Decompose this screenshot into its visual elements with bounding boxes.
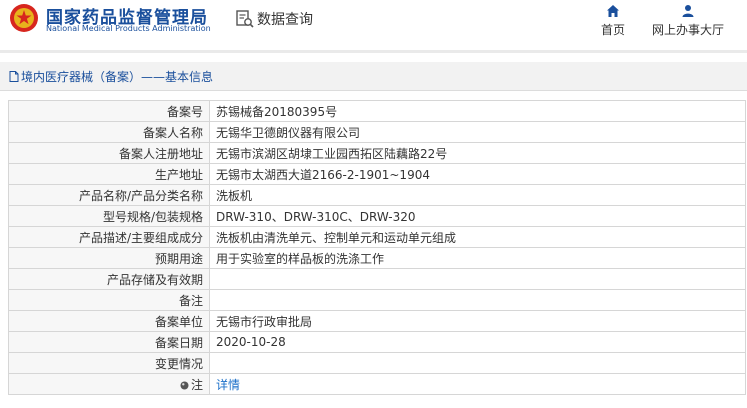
nav-online-service[interactable]: 网上办事大厅	[646, 4, 730, 38]
note-label-cell: 注	[8, 373, 210, 395]
table-row: 预期用途 用于实验室的样品板的洗涤工作	[8, 247, 746, 269]
field-value	[209, 289, 746, 311]
header-divider	[0, 50, 747, 53]
field-label: 预期用途	[8, 247, 210, 269]
field-label: 变更情况	[8, 352, 210, 374]
table-row: 备案人名称 无锡华卫德朗仪器有限公司	[8, 121, 746, 143]
data-query-icon	[236, 10, 254, 28]
table-row: 产品名称/产品分类名称 洗板机	[8, 184, 746, 206]
field-value: 用于实验室的样品板的洗涤工作	[209, 247, 746, 269]
field-label: 备案单位	[8, 310, 210, 332]
field-value: 无锡市太湖西大道2166-2-1901~1904	[209, 163, 746, 185]
field-value: 2020-10-28	[209, 331, 746, 353]
details-link[interactable]: 详情	[216, 378, 240, 392]
table-row: 产品存储及有效期	[8, 268, 746, 290]
nav-home[interactable]: 首页	[596, 4, 630, 38]
table-row: 备案号 苏锡械备20180395号	[8, 100, 746, 122]
field-value	[209, 352, 746, 374]
nav-home-label: 首页	[600, 23, 625, 37]
field-label: 备案号	[8, 100, 210, 122]
field-label: 备注	[8, 289, 210, 311]
field-label: 生产地址	[8, 163, 210, 185]
field-value: DRW-310、DRW-310C、DRW-320	[209, 205, 746, 227]
table-row: 备案日期 2020-10-28	[8, 331, 746, 353]
field-value: 洗板机由清洗单元、控制单元和运动单元组成	[209, 226, 746, 248]
table-row: 备注	[8, 289, 746, 311]
note-label: 注	[190, 377, 203, 392]
home-icon	[607, 5, 619, 17]
field-value: 无锡市滨湖区胡埭工业园西拓区陆藕路22号	[209, 142, 746, 164]
national-emblem-icon	[10, 4, 38, 32]
breadcrumb: 境内医疗器械（备案）——基本信息	[0, 62, 747, 91]
note-bulb-icon	[180, 381, 189, 389]
nav-online-label: 网上办事大厅	[651, 23, 724, 37]
table-row-note: 注 详情	[8, 373, 746, 395]
table-row: 变更情况	[8, 352, 746, 374]
field-label: 产品名称/产品分类名称	[8, 184, 210, 206]
org-name-en[interactable]: National Medical Products Administration	[46, 24, 211, 33]
table-row: 产品描述/主要组成成分 洗板机由清洗单元、控制单元和运动单元组成	[8, 226, 746, 248]
field-label: 产品存储及有效期	[8, 268, 210, 290]
table-row: 备案单位 无锡市行政审批局	[8, 310, 746, 332]
field-value: 苏锡械备20180395号	[209, 100, 746, 122]
breadcrumb-text: 境内医疗器械（备案）——基本信息	[21, 70, 214, 84]
site-header: 国家药品监督管理局 National Medical Products Admi…	[0, 0, 747, 50]
basic-info-table: 备案号 苏锡械备20180395号 备案人名称 无锡华卫德朗仪器有限公司 备案人…	[8, 100, 746, 395]
field-label: 型号规格/包装规格	[8, 205, 210, 227]
note-value-cell: 详情	[209, 373, 746, 395]
document-icon	[9, 71, 19, 82]
field-value	[209, 268, 746, 290]
field-value: 洗板机	[209, 184, 746, 206]
field-label: 产品描述/主要组成成分	[8, 226, 210, 248]
user-icon	[682, 5, 694, 17]
field-value: 无锡市行政审批局	[209, 310, 746, 332]
field-label: 备案日期	[8, 331, 210, 353]
table-row: 生产地址 无锡市太湖西大道2166-2-1901~1904	[8, 163, 746, 185]
data-query-label[interactable]: 数据查询	[257, 9, 313, 29]
table-row: 型号规格/包装规格 DRW-310、DRW-310C、DRW-320	[8, 205, 746, 227]
field-label: 备案人名称	[8, 121, 210, 143]
table-row: 备案人注册地址 无锡市滨湖区胡埭工业园西拓区陆藕路22号	[8, 142, 746, 164]
field-value: 无锡华卫德朗仪器有限公司	[209, 121, 746, 143]
field-label: 备案人注册地址	[8, 142, 210, 164]
